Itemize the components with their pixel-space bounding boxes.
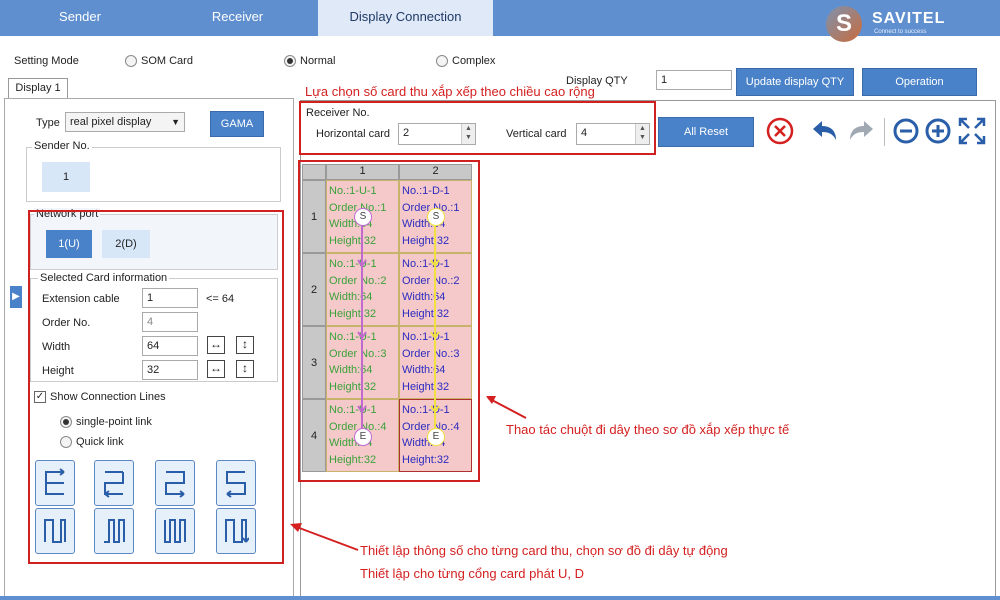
setting-mode-label: Setting Mode [14,55,79,67]
type-value: real pixel display [70,116,152,128]
savitel-logo-icon: S [826,6,862,42]
tab-sender[interactable]: Sender [0,0,160,36]
grid-highlight [298,160,480,482]
chevron-down-icon: ▼ [171,117,180,127]
annotation-bottom-2: Thiết lập cho từng cổng card phát U, D [360,566,585,581]
arrow-bottom-annotation-icon [290,523,359,551]
sender-1-button[interactable]: 1 [42,162,90,192]
zoom-out-icon[interactable] [890,116,922,152]
operation-button[interactable]: Operation [862,68,977,96]
annotation-bottom-1: Thiết lập thông số cho từng card thu, ch… [360,543,728,558]
left-settings-highlight [28,210,284,564]
normal-radio[interactable] [284,55,296,67]
undo-icon[interactable] [808,116,840,152]
som-card-label: SOM Card [141,55,193,67]
all-reset-button[interactable]: All Reset [658,117,754,147]
complex-radio[interactable] [436,55,448,67]
gama-button[interactable]: GAMA [210,111,264,137]
logo-tagline: Connect to success [874,29,927,35]
type-select[interactable]: real pixel display ▼ [65,112,185,132]
tab-display-connection[interactable]: Display Connection [318,0,493,36]
display-qty-input[interactable]: 1 [656,70,732,90]
annotation-right: Thao tác chuột đi dây theo sơ đồ xắp xếp… [506,422,790,437]
update-display-qty-button[interactable]: Update display QTY [736,68,854,96]
close-circle-icon[interactable] [764,116,796,152]
normal-label: Normal [300,55,336,67]
complex-label: Complex [452,55,496,67]
receiver-no-highlight [299,101,656,155]
logo-name: SAVITEL [872,10,946,27]
tab-display-1[interactable]: Display 1 [8,78,68,98]
zoom-in-icon[interactable] [922,116,954,152]
sender-no-label: Sender No. [32,140,92,152]
type-label: Type [36,117,60,129]
redo-icon[interactable] [846,116,878,152]
collapse-arrow-icon[interactable]: ▶ [10,286,22,308]
annotation-top: Lựa chọn số card thu xắp xếp theo chiều … [305,84,595,99]
fit-screen-icon[interactable] [956,116,988,152]
arrow-right-annotation-icon [486,396,527,419]
som-card-radio[interactable] [125,55,137,67]
bottom-bar [0,596,1000,600]
tab-receiver[interactable]: Receiver [160,0,315,36]
toolbar-divider [884,118,885,146]
